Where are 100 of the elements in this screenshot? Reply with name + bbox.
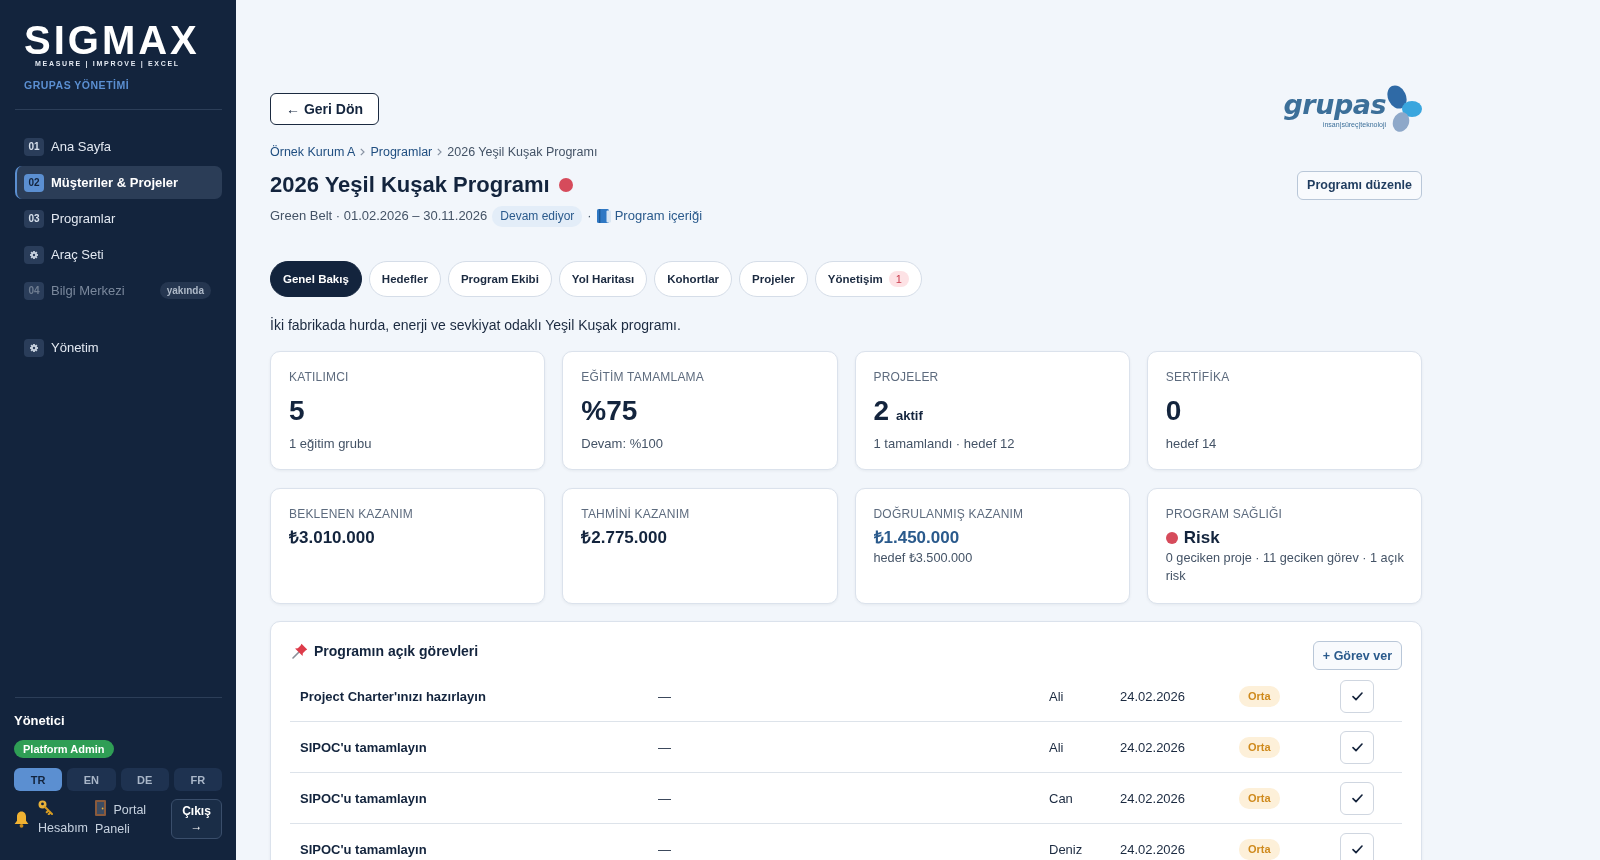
stat-label: EĞİTİM TAMAMLAMA xyxy=(581,369,705,385)
tab[interactable]: Kohortlar xyxy=(654,261,732,297)
tab[interactable]: Projeler xyxy=(739,261,808,297)
task-due-date: 24.02.2026 xyxy=(1120,841,1187,857)
soon-badge: yakında xyxy=(159,282,211,299)
chevron-icon xyxy=(360,148,366,156)
stat-label: KATILIMCI xyxy=(289,369,349,385)
chevron-icon xyxy=(437,148,443,156)
stat-value: 5 xyxy=(289,394,305,428)
key-icon xyxy=(38,800,53,815)
priority-badge: Orta xyxy=(1239,736,1280,758)
stat-note: 1 tamamlandı · hedef 12 xyxy=(873,435,1015,453)
stat-note: 1 eğitim grubu xyxy=(289,435,372,453)
stat-value: 0 xyxy=(1165,394,1182,428)
user-role: Yönetici xyxy=(14,713,65,729)
nav-number: 02 xyxy=(24,173,44,192)
stat-label: PROGRAM SAĞLIĞI xyxy=(1165,506,1283,522)
breadcrumb-link[interactable]: Örnek Kurum A xyxy=(270,143,356,161)
complete-button[interactable] xyxy=(1340,781,1374,815)
nav-number: 04 xyxy=(24,281,44,300)
stat-value: ₺2.775.000 xyxy=(581,527,667,549)
complete-button[interactable] xyxy=(1340,832,1374,860)
bell-icon xyxy=(14,810,29,828)
account-link[interactable]: Hesabım xyxy=(38,800,90,838)
task-title: SIPOC'u tamamlayın xyxy=(300,739,428,755)
tab[interactable]: Yol Haritası xyxy=(558,261,648,297)
nav-number: 01 xyxy=(24,137,44,156)
task-due-date: 24.02.2026 xyxy=(1120,739,1187,755)
stat-label: TAHMİNİ KAZANIM xyxy=(581,506,690,522)
meta-separator: · xyxy=(587,207,592,225)
check-icon xyxy=(1351,742,1363,752)
task-project: — xyxy=(658,790,672,806)
edit-button[interactable]: Programı düzenle xyxy=(1297,170,1422,200)
priority-badge: Orta xyxy=(1239,838,1280,860)
task-assignee: Ali xyxy=(1049,739,1065,755)
stat-value: ₺1.450.000 xyxy=(873,527,960,549)
complete-button[interactable] xyxy=(1340,730,1374,764)
tab[interactable]: Genel Bakış xyxy=(270,261,362,297)
task-project: — xyxy=(658,688,672,704)
language-button[interactable]: FR xyxy=(173,768,222,791)
priority-badge: Orta xyxy=(1239,787,1280,809)
task-project: — xyxy=(658,841,672,857)
logout-button[interactable]: Çıkış → xyxy=(171,799,222,839)
org-name: GRUPAS YÖNETİMİ xyxy=(24,79,130,91)
task-project: — xyxy=(658,739,672,755)
stat-label: BEKLENEN KAZANIM xyxy=(289,506,413,522)
task-due-date: 24.02.2026 xyxy=(1120,790,1187,806)
complete-button[interactable] xyxy=(1340,679,1374,713)
door-icon xyxy=(95,799,106,816)
add-task-button[interactable]: + Görev ver xyxy=(1312,641,1402,670)
brand-wordmark: grupas xyxy=(1283,89,1386,120)
stat-value: 2 xyxy=(873,394,890,428)
page-title: 2026 Yeşil Kuşak Programı xyxy=(270,171,550,199)
breadcrumb-current-page: 2026 Yeşil Kuşak Programı xyxy=(447,144,598,161)
nav-item[interactable]: 02 Müşteriler & Projeler xyxy=(15,166,222,199)
task-title: SIPOC'u tamamlayın xyxy=(300,790,428,806)
role-badge: Platform Admin xyxy=(14,740,114,758)
nav-item[interactable]: Araç Seti xyxy=(15,238,222,271)
gear-icon xyxy=(24,338,44,357)
stat-value: Risk xyxy=(1183,527,1220,549)
task-assignee: Deniz xyxy=(1049,841,1084,857)
tab[interactable]: Yönetişim 1 xyxy=(814,261,922,297)
language-button[interactable]: EN xyxy=(67,768,116,791)
tab[interactable]: Hedefler xyxy=(368,261,441,297)
stat-note: hedef ₺3.500.000 xyxy=(873,550,973,567)
check-icon xyxy=(1351,844,1363,854)
check-icon xyxy=(1351,793,1363,803)
nav-item[interactable]: 01 Ana Sayfa xyxy=(15,130,222,163)
nav-item[interactable]: 03 Programlar xyxy=(15,202,222,235)
pin-icon xyxy=(292,643,308,659)
nav-item[interactable]: Yönetim xyxy=(15,331,222,364)
stat-note: hedef 14 xyxy=(1165,435,1217,453)
task-assignee: Ali xyxy=(1049,688,1065,704)
portal-link[interactable]: Portal Paneli xyxy=(95,799,155,839)
stat-label: SERTİFİKA xyxy=(1165,369,1230,385)
panel-title: Programın açık görevleri xyxy=(314,642,479,661)
back-button[interactable]: ← Geri Dön xyxy=(270,93,379,125)
program-description: İki fabrikada hurda, enerji ve sevkiyat odaklı Yeşil Kuşak programı. xyxy=(270,316,682,334)
stat-note: Devam: %100 xyxy=(581,435,663,453)
language-button[interactable]: TR xyxy=(14,768,63,791)
count-badge: 1 xyxy=(888,271,909,287)
content-link[interactable]: Program içeriği xyxy=(596,205,703,227)
task-assignee: Can xyxy=(1049,790,1074,806)
stat-note: 0 geciken proje · 11 geciken görev · 1 açık risk xyxy=(1165,550,1405,585)
task-title: SIPOC'u tamamlayın xyxy=(300,841,428,857)
tab[interactable]: Program Ekibi xyxy=(447,261,552,297)
stat-label: PROJELER xyxy=(873,369,939,385)
stat-value: ₺3.010.000 xyxy=(289,527,375,549)
task-due-date: 24.02.2026 xyxy=(1120,688,1187,704)
petals-icon xyxy=(1386,84,1422,134)
stat-label: DOĞRULANMIŞ KAZANIM xyxy=(873,506,1024,522)
program-summary: Green Belt · 01.02.2026 – 30.11.2026 xyxy=(270,207,488,225)
language-button[interactable]: DE xyxy=(120,768,169,791)
logo-wordmark: SIGMAX xyxy=(24,22,200,58)
breadcrumb-link[interactable]: Programlar xyxy=(370,143,433,161)
stat-value: %75 xyxy=(581,394,638,428)
nav-number: 03 xyxy=(24,209,44,228)
task-title: Project Charter'ınızı hazırlayın xyxy=(300,688,487,704)
stat-unit: aktif xyxy=(896,408,923,423)
status-badge: Devam ediyor xyxy=(492,205,583,227)
